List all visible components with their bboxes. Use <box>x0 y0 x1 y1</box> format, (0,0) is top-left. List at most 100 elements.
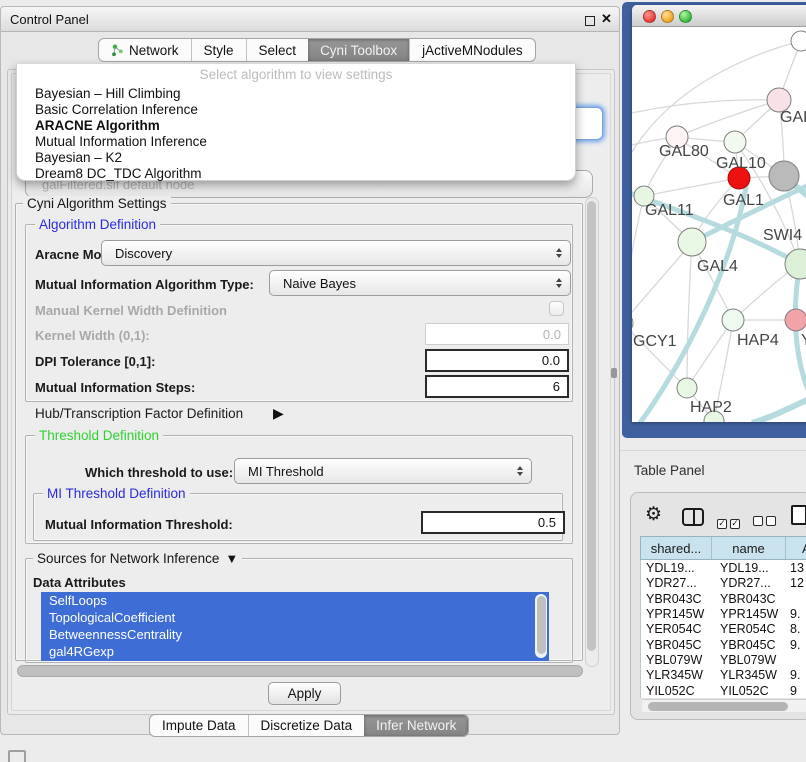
dropdown-option[interactable]: Bayesian – Hill Climbing <box>35 85 181 101</box>
control-panel-tabs: Network Style Select Cyni Toolbox jActiv… <box>98 38 536 62</box>
apply-button[interactable]: Apply <box>268 682 341 705</box>
mi-threshold-field[interactable]: 0.5 <box>421 511 565 534</box>
svg-text:GAL11: GAL11 <box>645 202 694 219</box>
dpi-tolerance-label: DPI Tolerance [0,1]: <box>35 354 155 369</box>
mi-type-combobox[interactable]: Naive Bayes <box>269 270 571 296</box>
table-row[interactable]: YBR045CYBR045C9. <box>641 637 806 652</box>
dropdown-option-selected[interactable]: ARACNE Algorithm <box>35 117 160 133</box>
panel-splitter-handle[interactable] <box>611 368 617 378</box>
network-graph: GAL GAL80 GAL10 GAL1 GAL11 SWI4 GAL4 GCY… <box>632 27 806 422</box>
node-gal4[interactable] <box>678 228 706 256</box>
combo-arrows-icon <box>556 248 562 258</box>
node-gray[interactable] <box>769 161 799 191</box>
panel-title: Control Panel <box>10 12 89 27</box>
column-header[interactable]: name <box>712 537 786 559</box>
settings-horizontal-scrollbar[interactable] <box>17 665 583 677</box>
svg-text:GAL4: GAL4 <box>697 258 738 275</box>
scrollbar-thumb[interactable] <box>537 596 546 654</box>
tab-select[interactable]: Select <box>246 39 309 61</box>
dropdown-option[interactable]: Bayesian – K2 <box>35 149 122 165</box>
settings-vertical-scrollbar[interactable] <box>585 197 599 667</box>
svg-text:GAL10: GAL10 <box>716 155 766 172</box>
tab-cyni-toolbox[interactable]: Cyni Toolbox <box>308 39 409 61</box>
aracne-mode-combobox[interactable]: Discovery <box>101 240 571 266</box>
table-header-row: shared... name A <box>640 536 806 560</box>
application-root: Control Panel ✕ Network Style Select Cyn… <box>0 0 806 762</box>
svg-text:GCY1: GCY1 <box>633 333 677 350</box>
attribute-list-scrollbar[interactable] <box>535 594 547 658</box>
tab-impute-data[interactable]: Impute Data <box>150 715 248 736</box>
close-traffic-light-icon[interactable] <box>643 10 656 23</box>
table-row[interactable]: YER054CYER054C8. <box>641 621 806 636</box>
kernel-width-label: Kernel Width (0,1): <box>35 328 150 343</box>
manual-kernel-checkbox[interactable] <box>549 301 564 316</box>
table-horizontal-scrollbar[interactable] <box>642 699 806 712</box>
attribute-item-selected[interactable]: TopologicalCoefficient <box>41 609 549 626</box>
select-all-checkboxes-icon[interactable]: ✓✓ <box>717 513 743 531</box>
tab-style[interactable]: Style <box>191 39 246 61</box>
node-gal10[interactable] <box>724 131 746 153</box>
gear-icon[interactable]: ⚙ <box>645 505 662 524</box>
table-row[interactable]: YLR345WYLR345W9. <box>641 667 806 682</box>
float-panel-icon[interactable] <box>585 16 595 26</box>
attribute-item-selected[interactable]: SelfLoops <box>41 592 549 609</box>
attribute-item-selected[interactable]: gal4RGexp <box>41 643 549 660</box>
kernel-width-field[interactable]: 0.0 <box>425 323 569 345</box>
columns-icon[interactable] <box>682 508 704 526</box>
svg-text:Y: Y <box>801 332 806 349</box>
which-threshold-combobox[interactable]: MI Threshold <box>234 458 532 484</box>
table-row[interactable]: YBR043CYBR043C <box>641 591 806 606</box>
network-canvas[interactable]: GAL GAL80 GAL10 GAL1 GAL11 SWI4 GAL4 GCY… <box>632 27 806 422</box>
algorithm-dropdown-popup: Select algorithm to view settings Bayesi… <box>16 64 576 181</box>
mi-steps-label: Mutual Information Steps: <box>35 380 195 395</box>
tab-infer-network[interactable]: Infer Network <box>364 715 468 736</box>
sources-group-title: Sources for Network Inference ▼ <box>33 551 242 566</box>
column-header[interactable]: shared... <box>641 537 712 559</box>
network-icon <box>111 44 124 57</box>
network-window: GAL GAL80 GAL10 GAL1 GAL11 SWI4 GAL4 GCY… <box>632 5 806 422</box>
table-row[interactable]: YPR145WYPR145W9. <box>641 606 806 621</box>
mi-threshold-label: Mutual Information Threshold: <box>45 517 233 532</box>
tab-jactivemnodules[interactable]: jActiveMNodules <box>409 39 535 61</box>
attribute-item-selected[interactable]: BetweennessCentrality <box>41 626 549 643</box>
node-hap4[interactable] <box>722 309 744 331</box>
close-icon[interactable]: ✕ <box>601 11 612 27</box>
document-icon[interactable] <box>791 505 806 525</box>
table-row[interactable]: YBL079WYBL079W <box>641 652 806 667</box>
which-threshold-label: Which threshold to use: <box>85 465 233 480</box>
dropdown-placeholder: Select algorithm to view settings <box>17 67 575 82</box>
sources-collapse-arrow-icon[interactable]: ▼ <box>225 551 238 566</box>
table-row[interactable]: YIL052CYIL052C9 <box>641 683 806 698</box>
control-panel-window: Control Panel ✕ Network Style Select Cyn… <box>0 6 620 735</box>
zoom-traffic-light-icon[interactable] <box>679 10 692 23</box>
dock-panel-icon[interactable] <box>8 750 26 762</box>
node-swi4[interactable] <box>785 249 806 279</box>
minimize-traffic-light-icon[interactable] <box>661 10 674 23</box>
threshold-definition-title: Threshold Definition <box>35 428 163 443</box>
scrollbar-thumb[interactable] <box>587 201 596 651</box>
node-salmon[interactable] <box>785 309 806 331</box>
dropdown-option[interactable]: Dream8 DC_TDC Algorithm <box>35 165 202 181</box>
network-view-frame: GAL GAL80 GAL10 GAL1 GAL11 SWI4 GAL4 GCY… <box>622 2 806 438</box>
dropdown-option[interactable]: Basic Correlation Inference <box>35 101 198 117</box>
deselect-all-checkboxes-icon[interactable] <box>753 513 779 531</box>
hub-expand-arrow-icon[interactable]: ▶ <box>273 405 284 422</box>
scrollbar-thumb[interactable] <box>648 702 788 711</box>
combo-arrows-icon <box>556 278 562 288</box>
tab-network[interactable]: Network <box>99 39 191 61</box>
table-row[interactable]: YDL19...YDL19...13 <box>641 560 806 575</box>
node-hap2[interactable] <box>677 378 697 398</box>
node-labels: GAL GAL80 GAL10 GAL1 GAL11 SWI4 GAL4 GCY… <box>633 109 806 416</box>
table-panel-title: Table Panel <box>634 463 705 478</box>
dropdown-option[interactable]: Mutual Information Inference <box>35 133 207 149</box>
column-header[interactable]: A <box>786 537 806 559</box>
table-row[interactable]: YDR27...YDR27...12 <box>641 575 806 590</box>
dpi-tolerance-field[interactable]: 0.0 <box>425 349 569 372</box>
mi-steps-field[interactable]: 6 <box>425 375 569 398</box>
svg-text:SWI4: SWI4 <box>763 227 802 244</box>
node[interactable] <box>791 31 806 51</box>
mi-type-label: Mutual Information Algorithm Type: <box>35 277 254 292</box>
cyni-settings-title: Cyni Algorithm Settings <box>23 196 171 211</box>
node-gcy1[interactable] <box>632 313 633 333</box>
tab-discretize-data[interactable]: Discretize Data <box>248 715 365 736</box>
